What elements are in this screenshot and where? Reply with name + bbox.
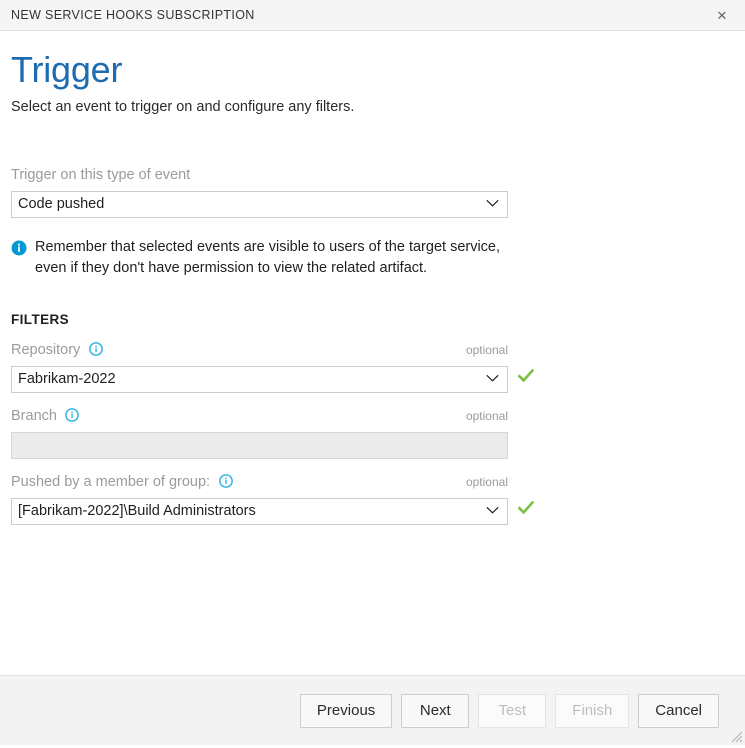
pushed-by-group-value[interactable]: [Fabrikam-2022]\Build Administrators (11, 498, 508, 525)
dialog-titlebar: NEW SERVICE HOOKS SUBSCRIPTION ✕ (0, 0, 745, 31)
info-icon (11, 240, 27, 279)
repository-value[interactable]: Fabrikam-2022 (11, 366, 508, 393)
pushed-by-group-optional-label: optional (466, 475, 508, 489)
event-type-value[interactable]: Code pushed (11, 191, 508, 218)
filter-label-row: Pushed by a member of group: optional (11, 473, 508, 492)
filter-row-repository: Repository optional Fabrikam-2022 (11, 341, 734, 393)
notice-text: Remember that selected events are visibl… (35, 237, 516, 279)
event-type-dropdown[interactable]: Code pushed (11, 191, 508, 218)
branch-optional-label: optional (466, 409, 508, 423)
filter-row-branch: Branch optional (11, 407, 734, 459)
repository-field-line: Fabrikam-2022 (11, 360, 734, 393)
branch-input-wrap (11, 432, 508, 459)
cancel-button[interactable]: Cancel (638, 694, 719, 728)
dialog-footer: Previous Next Test Finish Cancel (0, 675, 745, 745)
filters-heading: FILTERS (11, 312, 734, 327)
page-title: Trigger (11, 49, 734, 90)
repository-optional-label: optional (466, 343, 508, 357)
resize-grip-icon[interactable] (729, 729, 743, 743)
valid-check-icon (517, 367, 535, 385)
pushed-by-group-field-line: [Fabrikam-2022]\Build Administrators (11, 492, 734, 525)
info-icon[interactable] (65, 408, 79, 422)
info-icon[interactable] (219, 474, 233, 488)
close-icon[interactable]: ✕ (709, 3, 735, 27)
pushed-by-group-dropdown[interactable]: [Fabrikam-2022]\Build Administrators (11, 498, 508, 525)
previous-button[interactable]: Previous (300, 694, 392, 728)
filter-label-row: Branch optional (11, 407, 508, 426)
info-icon[interactable] (89, 342, 103, 356)
branch-field-line (11, 426, 734, 459)
valid-check-icon (517, 499, 535, 517)
pushed-by-group-label: Pushed by a member of group: (11, 474, 210, 490)
event-type-section: Trigger on this type of event Code pushe… (11, 166, 734, 278)
next-button[interactable]: Next (401, 694, 469, 728)
new-service-hooks-subscription-dialog: NEW SERVICE HOOKS SUBSCRIPTION ✕ Trigger… (0, 0, 745, 745)
branch-input (11, 432, 508, 459)
dialog-title: NEW SERVICE HOOKS SUBSCRIPTION (0, 8, 255, 22)
repository-dropdown[interactable]: Fabrikam-2022 (11, 366, 508, 393)
test-button: Test (478, 694, 546, 728)
page-subtitle: Select an event to trigger on and config… (11, 98, 734, 117)
filter-label-row: Repository optional (11, 341, 508, 360)
branch-label: Branch (11, 408, 57, 424)
finish-button: Finish (555, 694, 629, 728)
event-visibility-notice: Remember that selected events are visibl… (11, 237, 516, 279)
event-type-label: Trigger on this type of event (11, 167, 190, 184)
repository-label: Repository (11, 342, 80, 358)
filter-row-pushed-by-group: Pushed by a member of group: optional [F… (11, 473, 734, 525)
dialog-content: Trigger Select an event to trigger on an… (0, 31, 745, 675)
